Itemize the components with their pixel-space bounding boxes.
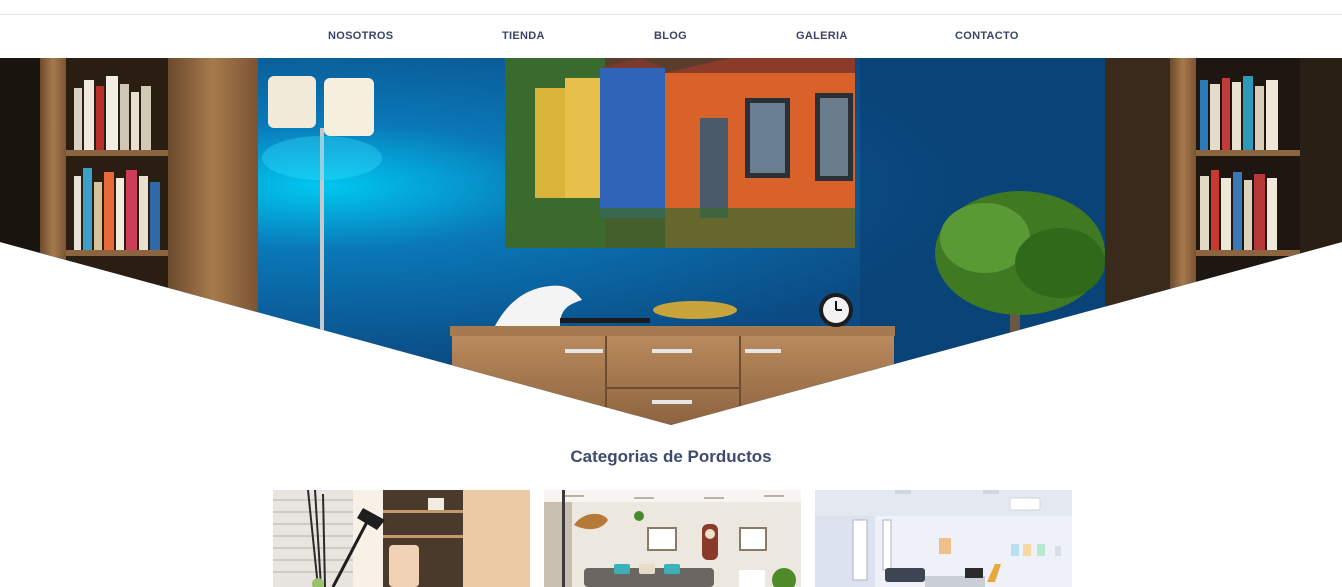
nav-item-contacto[interactable]: CONTACTO — [955, 30, 1019, 42]
category-image-living-room — [544, 490, 801, 587]
category-card-office[interactable] — [273, 490, 530, 587]
category-image-office — [273, 490, 530, 587]
nav-item-galeria[interactable]: GALERIA — [796, 30, 848, 42]
category-card-living-room[interactable] — [544, 490, 801, 587]
category-image-interior — [815, 490, 1072, 587]
nav-item-blog[interactable]: BLOG — [654, 30, 687, 42]
hero-banner-image — [0, 58, 1342, 425]
main-navigation: NOSOTROS TIENDA BLOG GALERIA CONTACTO — [0, 15, 1342, 58]
category-card-interior[interactable] — [815, 490, 1072, 587]
nav-item-nosotros[interactable]: NOSOTROS — [328, 30, 393, 42]
section-title: Categorias de Porductos — [570, 447, 772, 466]
nav-item-tienda[interactable]: TIENDA — [502, 30, 545, 42]
